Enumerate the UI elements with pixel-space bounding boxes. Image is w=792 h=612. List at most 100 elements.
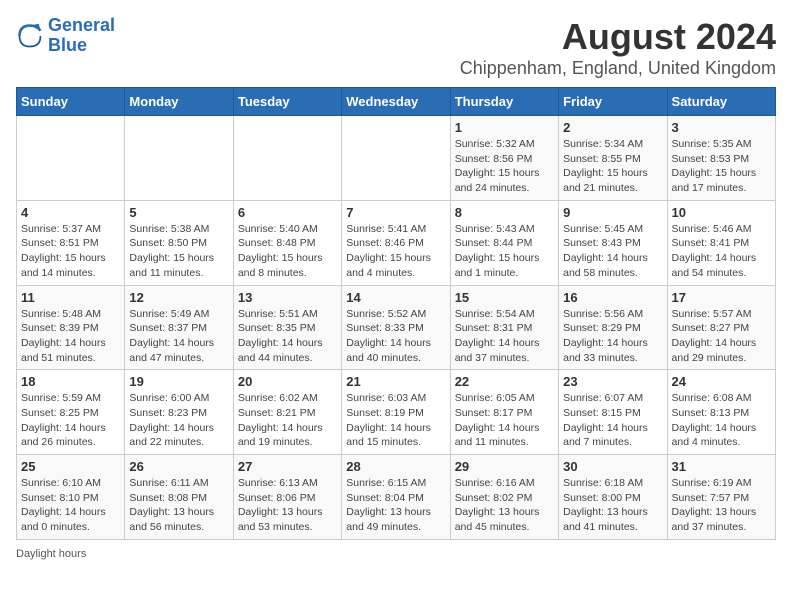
day-info: Sunrise: 5:54 AM Sunset: 8:31 PM Dayligh…: [455, 307, 554, 366]
day-info: Sunrise: 5:34 AM Sunset: 8:55 PM Dayligh…: [563, 137, 662, 196]
day-number: 18: [21, 374, 120, 389]
day-info: Sunrise: 6:03 AM Sunset: 8:19 PM Dayligh…: [346, 391, 445, 450]
calendar-cell: 7 Sunrise: 5:41 AM Sunset: 8:46 PM Daylig…: [342, 200, 450, 285]
calendar-cell: 10 Sunrise: 5:46 AM Sunset: 8:41 PM Dayli…: [667, 200, 775, 285]
calendar-cell: 24Sunrise: 6:08 AM Sunset: 8:13 PM Dayli…: [667, 370, 775, 455]
day-number: 8: [455, 205, 554, 220]
day-number: 27: [238, 459, 337, 474]
calendar-cell: 8 Sunrise: 5:43 AM Sunset: 8:44 PM Daylig…: [450, 200, 558, 285]
day-info: Sunrise: 5:51 AM Sunset: 8:35 PM Dayligh…: [238, 307, 337, 366]
day-info: Sunrise: 6:15 AM Sunset: 8:04 PM Dayligh…: [346, 476, 445, 535]
column-header-saturday: Saturday: [667, 88, 775, 116]
day-number: 28: [346, 459, 445, 474]
day-info: Sunrise: 6:16 AM Sunset: 8:02 PM Dayligh…: [455, 476, 554, 535]
day-number: 7: [346, 205, 445, 220]
day-info: Sunrise: 5:59 AM Sunset: 8:25 PM Dayligh…: [21, 391, 120, 450]
day-number: 25: [21, 459, 120, 474]
column-header-friday: Friday: [559, 88, 667, 116]
calendar-cell: 30 Sunrise: 6:18 AM Sunset: 8:00 PM Dayli…: [559, 455, 667, 540]
calendar-cell: 6Sunrise: 5:40 AM Sunset: 8:48 PM Daylig…: [233, 200, 341, 285]
day-number: 12: [129, 290, 228, 305]
calendar-cell: [17, 116, 125, 201]
calendar-cell: 25 Sunrise: 6:10 AM Sunset: 8:10 PM Dayli…: [17, 455, 125, 540]
day-number: 29: [455, 459, 554, 474]
calendar-week-row: 25 Sunrise: 6:10 AM Sunset: 8:10 PM Dayli…: [17, 455, 776, 540]
column-header-sunday: Sunday: [17, 88, 125, 116]
calendar-cell: 9Sunrise: 5:45 AM Sunset: 8:43 PM Daylig…: [559, 200, 667, 285]
calendar-cell: 13 Sunrise: 5:51 AM Sunset: 8:35 PM Dayli…: [233, 285, 341, 370]
calendar-cell: [342, 116, 450, 201]
day-info: Sunrise: 5:57 AM Sunset: 8:27 PM Dayligh…: [672, 307, 771, 366]
calendar-cell: [125, 116, 233, 201]
day-number: 6: [238, 205, 337, 220]
calendar-cell: 5 Sunrise: 5:38 AM Sunset: 8:50 PM Daylig…: [125, 200, 233, 285]
day-number: 19: [129, 374, 228, 389]
day-info: Sunrise: 6:07 AM Sunset: 8:15 PM Dayligh…: [563, 391, 662, 450]
day-info: Sunrise: 5:46 AM Sunset: 8:41 PM Dayligh…: [672, 222, 771, 281]
day-number: 30: [563, 459, 662, 474]
day-info: Sunrise: 6:13 AM Sunset: 8:06 PM Dayligh…: [238, 476, 337, 535]
day-number: 10: [672, 205, 771, 220]
day-info: Sunrise: 5:41 AM Sunset: 8:46 PM Dayligh…: [346, 222, 445, 281]
column-header-monday: Monday: [125, 88, 233, 116]
footer-note: Daylight hours: [16, 548, 776, 560]
day-info: Sunrise: 6:11 AM Sunset: 8:08 PM Dayligh…: [129, 476, 228, 535]
calendar-week-row: 4Sunrise: 5:37 AM Sunset: 8:51 PM Daylig…: [17, 200, 776, 285]
calendar-cell: 20 Sunrise: 6:02 AM Sunset: 8:21 PM Dayli…: [233, 370, 341, 455]
title-block: August 2024 Chippenham, England, United …: [460, 16, 776, 79]
calendar-cell: 27 Sunrise: 6:13 AM Sunset: 8:06 PM Dayli…: [233, 455, 341, 540]
day-info: Sunrise: 5:32 AM Sunset: 8:56 PM Dayligh…: [455, 137, 554, 196]
day-number: 5: [129, 205, 228, 220]
logo: General Blue: [16, 16, 115, 56]
day-number: 1: [455, 120, 554, 135]
calendar-cell: 17 Sunrise: 5:57 AM Sunset: 8:27 PM Dayli…: [667, 285, 775, 370]
calendar-cell: 26Sunrise: 6:11 AM Sunset: 8:08 PM Dayli…: [125, 455, 233, 540]
day-info: Sunrise: 5:43 AM Sunset: 8:44 PM Dayligh…: [455, 222, 554, 281]
day-info: Sunrise: 6:18 AM Sunset: 8:00 PM Dayligh…: [563, 476, 662, 535]
calendar-cell: 14Sunrise: 5:52 AM Sunset: 8:33 PM Dayli…: [342, 285, 450, 370]
calendar-cell: 15Sunrise: 5:54 AM Sunset: 8:31 PM Dayli…: [450, 285, 558, 370]
calendar-cell: 1 Sunrise: 5:32 AM Sunset: 8:56 PM Daylig…: [450, 116, 558, 201]
logo-text: General Blue: [48, 16, 115, 56]
day-number: 17: [672, 290, 771, 305]
day-info: Sunrise: 5:52 AM Sunset: 8:33 PM Dayligh…: [346, 307, 445, 366]
page-subtitle: Chippenham, England, United Kingdom: [460, 58, 776, 79]
day-number: 22: [455, 374, 554, 389]
calendar-cell: 21Sunrise: 6:03 AM Sunset: 8:19 PM Dayli…: [342, 370, 450, 455]
calendar-cell: 12Sunrise: 5:49 AM Sunset: 8:37 PM Dayli…: [125, 285, 233, 370]
day-number: 20: [238, 374, 337, 389]
calendar-cell: 22 Sunrise: 6:05 AM Sunset: 8:17 PM Dayli…: [450, 370, 558, 455]
calendar-cell: 3Sunrise: 5:35 AM Sunset: 8:53 PM Daylig…: [667, 116, 775, 201]
day-info: Sunrise: 5:48 AM Sunset: 8:39 PM Dayligh…: [21, 307, 120, 366]
day-number: 16: [563, 290, 662, 305]
day-info: Sunrise: 5:38 AM Sunset: 8:50 PM Dayligh…: [129, 222, 228, 281]
day-info: Sunrise: 5:35 AM Sunset: 8:53 PM Dayligh…: [672, 137, 771, 196]
calendar-table: SundayMondayTuesdayWednesdayThursdayFrid…: [16, 87, 776, 540]
calendar-cell: 18 Sunrise: 5:59 AM Sunset: 8:25 PM Dayli…: [17, 370, 125, 455]
day-number: 24: [672, 374, 771, 389]
calendar-week-row: 1 Sunrise: 5:32 AM Sunset: 8:56 PM Daylig…: [17, 116, 776, 201]
day-info: Sunrise: 6:19 AM Sunset: 7:57 PM Dayligh…: [672, 476, 771, 535]
calendar-cell: 11Sunrise: 5:48 AM Sunset: 8:39 PM Dayli…: [17, 285, 125, 370]
calendar-week-row: 18 Sunrise: 5:59 AM Sunset: 8:25 PM Dayli…: [17, 370, 776, 455]
day-info: Sunrise: 5:56 AM Sunset: 8:29 PM Dayligh…: [563, 307, 662, 366]
calendar-cell: 16 Sunrise: 5:56 AM Sunset: 8:29 PM Dayli…: [559, 285, 667, 370]
day-number: 13: [238, 290, 337, 305]
calendar-cell: 31 Sunrise: 6:19 AM Sunset: 7:57 PM Dayli…: [667, 455, 775, 540]
day-info: Sunrise: 6:02 AM Sunset: 8:21 PM Dayligh…: [238, 391, 337, 450]
column-header-tuesday: Tuesday: [233, 88, 341, 116]
day-info: Sunrise: 6:05 AM Sunset: 8:17 PM Dayligh…: [455, 391, 554, 450]
day-info: Sunrise: 6:10 AM Sunset: 8:10 PM Dayligh…: [21, 476, 120, 535]
day-number: 4: [21, 205, 120, 220]
calendar-cell: 28 Sunrise: 6:15 AM Sunset: 8:04 PM Dayli…: [342, 455, 450, 540]
calendar-cell: 19Sunrise: 6:00 AM Sunset: 8:23 PM Dayli…: [125, 370, 233, 455]
calendar-cell: 29 Sunrise: 6:16 AM Sunset: 8:02 PM Dayli…: [450, 455, 558, 540]
calendar-cell: 23Sunrise: 6:07 AM Sunset: 8:15 PM Dayli…: [559, 370, 667, 455]
day-number: 31: [672, 459, 771, 474]
day-info: Sunrise: 5:45 AM Sunset: 8:43 PM Dayligh…: [563, 222, 662, 281]
calendar-week-row: 11Sunrise: 5:48 AM Sunset: 8:39 PM Dayli…: [17, 285, 776, 370]
page-title: August 2024: [460, 16, 776, 58]
column-header-thursday: Thursday: [450, 88, 558, 116]
calendar-header-row: SundayMondayTuesdayWednesdayThursdayFrid…: [17, 88, 776, 116]
calendar-cell: [233, 116, 341, 201]
